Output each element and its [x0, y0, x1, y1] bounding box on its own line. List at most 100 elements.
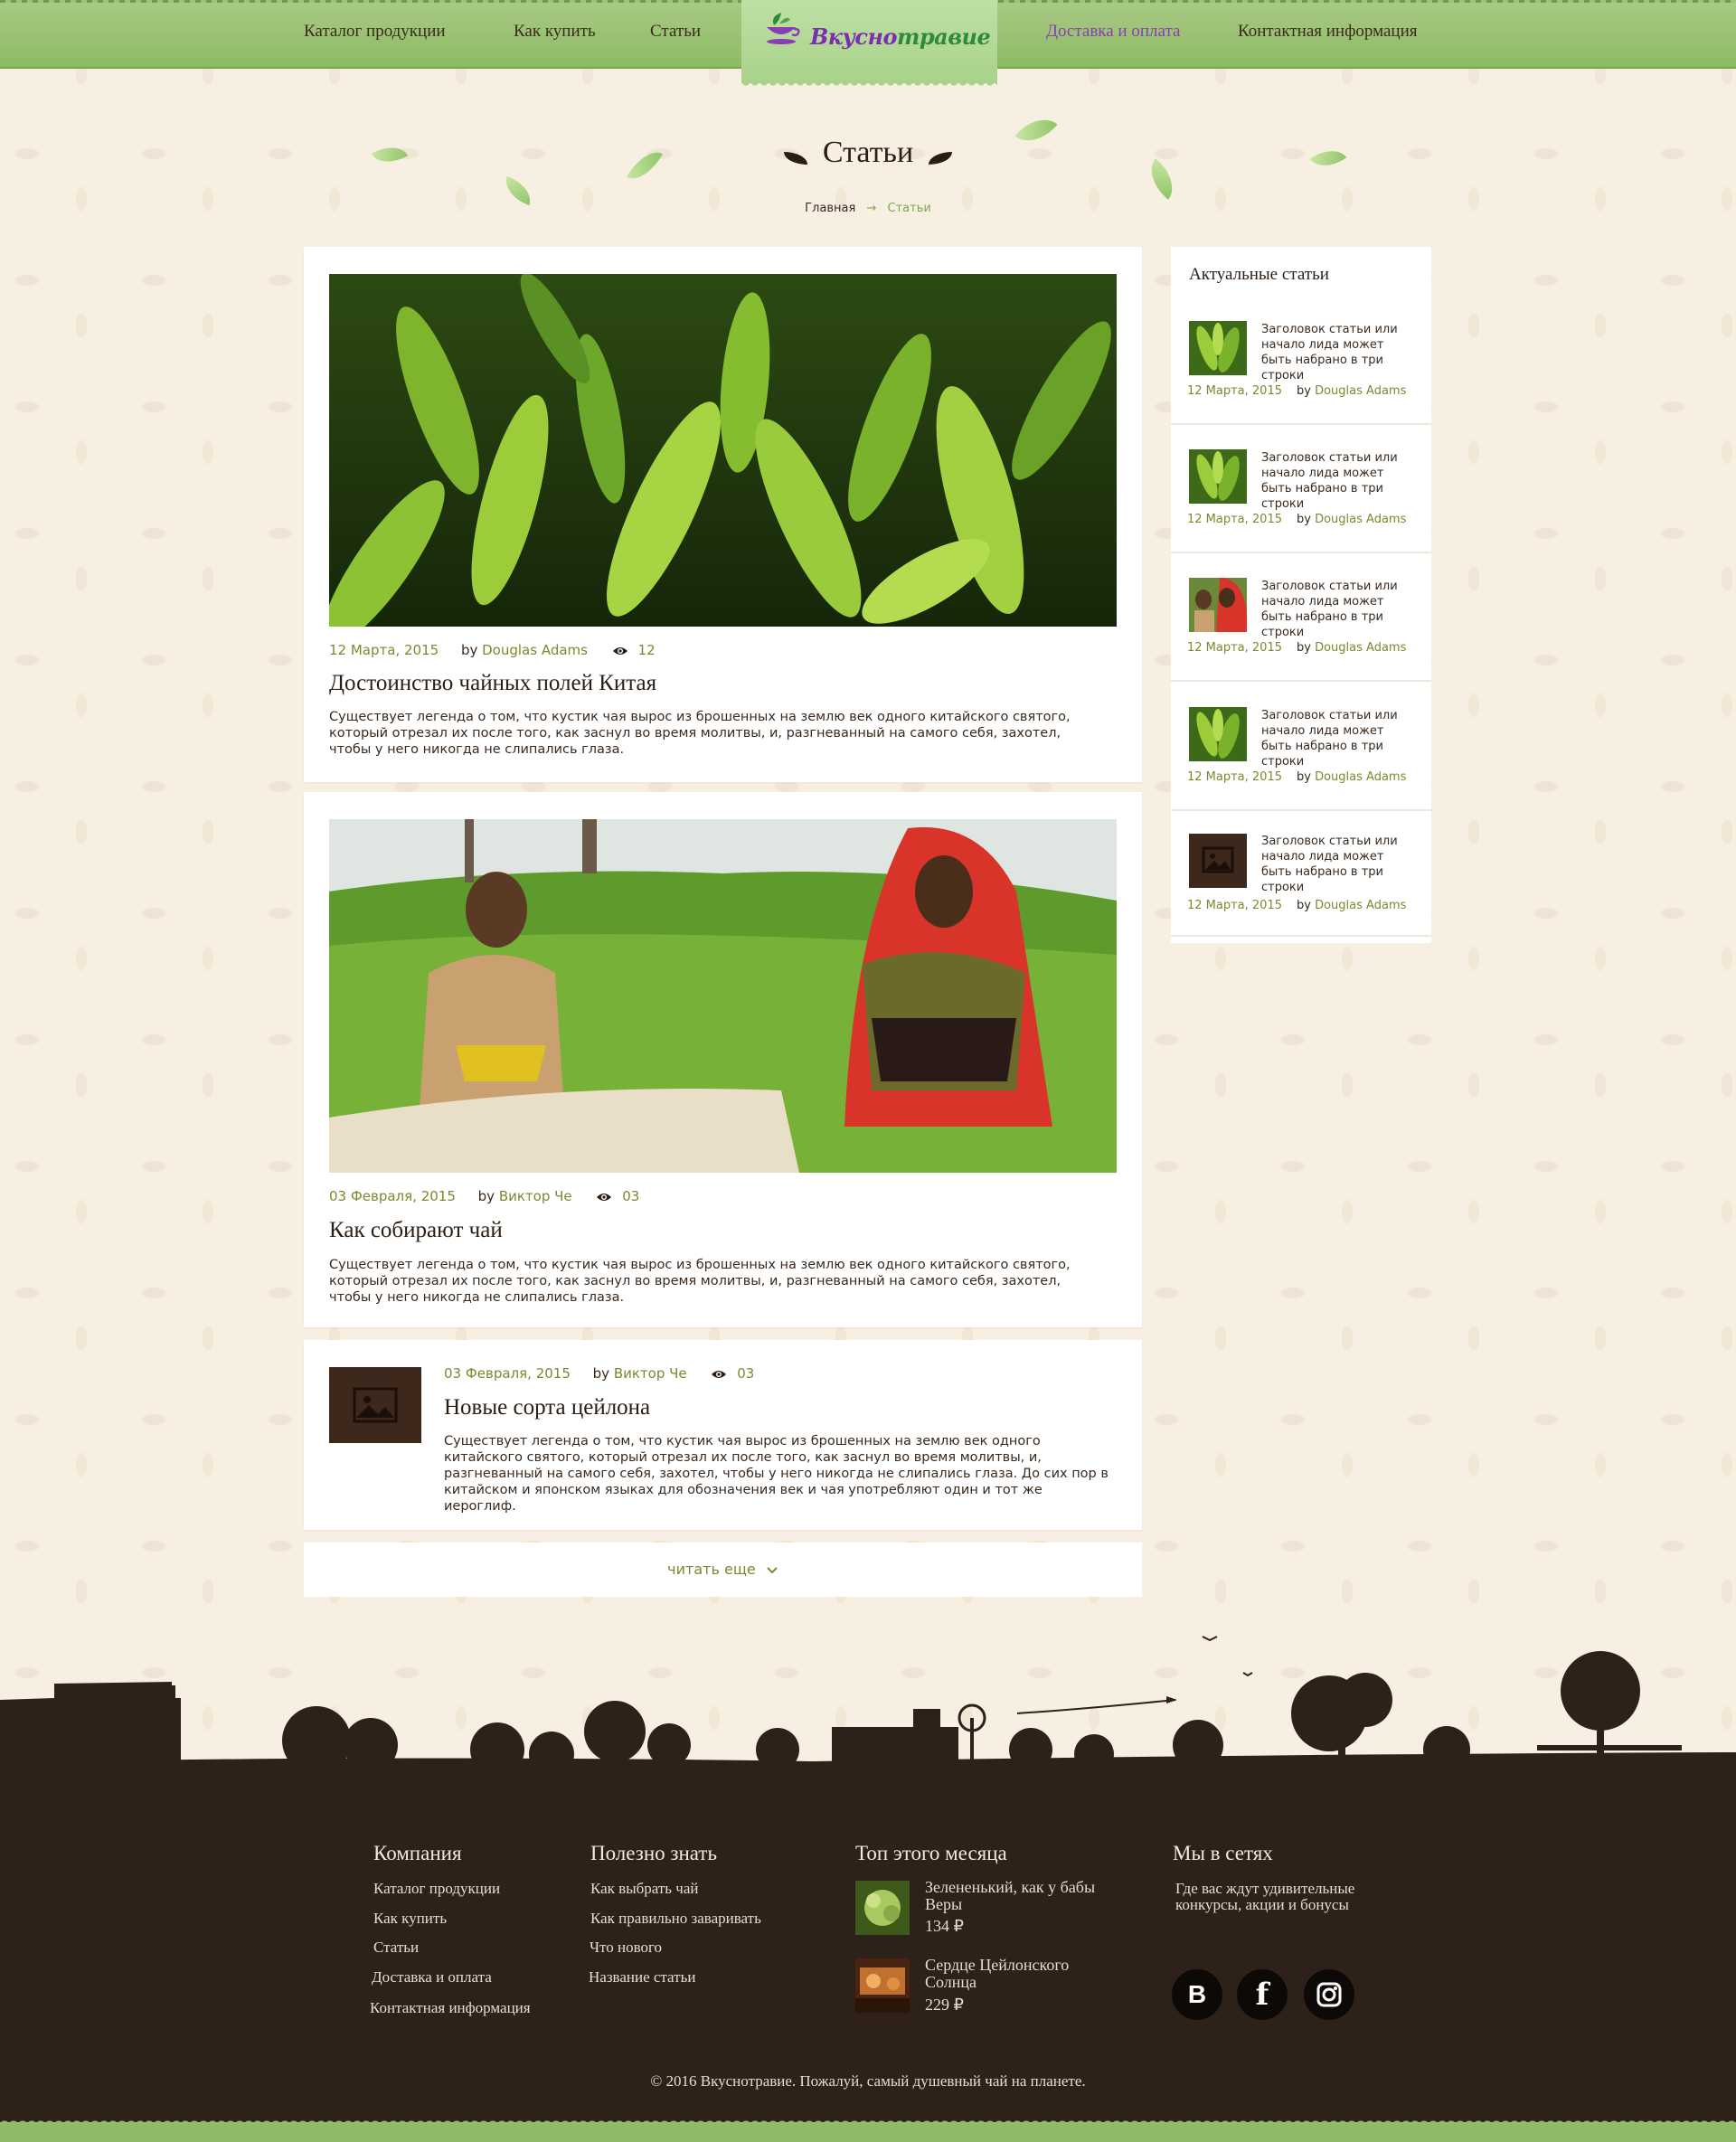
- article-title[interactable]: Как собирают чай: [329, 1218, 503, 1243]
- sidebar-article-author[interactable]: Douglas Adams: [1315, 770, 1406, 784]
- logo-text: Вкуснотравие: [810, 24, 991, 50]
- footer-link[interactable]: Как купить: [373, 1910, 447, 1928]
- nav-item-articles[interactable]: Статьи: [650, 22, 701, 42]
- tea-pickers-photo: [329, 819, 1117, 1173]
- article-views: 12: [637, 642, 656, 658]
- product-price: 134 ₽: [925, 1917, 964, 1935]
- sidebar-article-title[interactable]: Заголовок статьи или начало лида может б…: [1261, 322, 1415, 383]
- article-author[interactable]: Виктор Че: [499, 1188, 572, 1204]
- sidebar-article-title[interactable]: Заголовок статьи или начало лида может б…: [1261, 450, 1415, 512]
- article-title[interactable]: Новые сорта цейлона: [444, 1395, 650, 1420]
- sidebar-article-date: 12 Марта, 2015: [1187, 513, 1282, 526]
- footer-link[interactable]: Доставка и оплата: [372, 1968, 492, 1986]
- article-excerpt: Существует легенда о том, что кустик чая…: [444, 1434, 1109, 1514]
- product-name[interactable]: Зелененький, как у бабы Веры: [925, 1879, 1106, 1913]
- sidebar-article-thumbnail[interactable]: [1189, 578, 1247, 632]
- article-views: 03: [737, 1365, 755, 1382]
- nav-item-catalog[interactable]: Каталог продукции: [304, 22, 446, 42]
- eye-icon: [612, 646, 627, 655]
- read-more-label: читать еще: [667, 1561, 756, 1578]
- sidebar-article-title[interactable]: Заголовок статьи или начало лида может б…: [1261, 834, 1415, 895]
- read-more-button[interactable]: читать еще: [304, 1543, 1142, 1597]
- tea-cup-icon: [767, 13, 800, 44]
- sidebar-article-date: 12 Марта, 2015: [1187, 770, 1282, 784]
- article-excerpt: Существует легенда о том, что кустик чая…: [329, 1258, 1071, 1305]
- product-thumbnail[interactable]: [855, 1958, 910, 2013]
- sidebar-article-meta: 12 Марта, 2015 by Douglas Adams: [1187, 513, 1407, 526]
- footer-useful-title: Полезно знать: [590, 1842, 717, 1864]
- sidebar-article-meta: 12 Марта, 2015 by Douglas Adams: [1187, 770, 1407, 784]
- sidebar-title: Актуальные статьи: [1189, 265, 1329, 284]
- sidebar-article-item[interactable]: Заголовок статьи или начало лида может б…: [1171, 425, 1431, 553]
- sidebar-article-author[interactable]: Douglas Adams: [1315, 513, 1406, 526]
- footer-company-title: Компания: [373, 1842, 462, 1864]
- article-meta: 03 Февраля, 2015 by Виктор Че 03: [329, 1188, 640, 1204]
- footer-link[interactable]: Как правильно заваривать: [590, 1910, 761, 1928]
- eye-icon: [712, 1370, 727, 1378]
- site-logo[interactable]: Вкуснотравие: [741, 0, 997, 89]
- article-author[interactable]: Виктор Че: [614, 1365, 687, 1382]
- article-card[interactable]: 03 Февраля, 2015 by Виктор Че 03 Новые с…: [304, 1340, 1142, 1530]
- image-placeholder-icon: [353, 1387, 398, 1423]
- page-header: Статьи: [0, 136, 1736, 170]
- landscape-silhouette: [0, 1636, 1736, 1790]
- chevron-down-icon: [767, 1566, 778, 1573]
- vk-icon[interactable]: B: [1172, 1969, 1222, 2020]
- sidebar-article-thumbnail[interactable]: [1189, 834, 1247, 888]
- footer-link[interactable]: Каталог продукции: [373, 1880, 500, 1898]
- eye-icon: [597, 1193, 612, 1201]
- breadcrumb: Главная → Статьи: [0, 202, 1736, 215]
- sidebar-article-title[interactable]: Заголовок статьи или начало лида может б…: [1261, 579, 1415, 640]
- sidebar-article-meta: 12 Марта, 2015 by Douglas Adams: [1187, 899, 1407, 912]
- sidebar-article-date: 12 Марта, 2015: [1187, 641, 1282, 655]
- sidebar-article-title[interactable]: Заголовок статьи или начало лида может б…: [1261, 708, 1415, 769]
- article-date: 12 Марта, 2015: [329, 642, 439, 658]
- sidebar-article-item[interactable]: Заголовок статьи или начало лида может б…: [1171, 297, 1431, 425]
- nav-item-delivery[interactable]: Доставка и оплата: [1046, 22, 1180, 42]
- article-image[interactable]: [329, 274, 1117, 627]
- nav-item-contacts[interactable]: Контактная информация: [1238, 22, 1418, 42]
- nav-item-how-to-buy[interactable]: Как купить: [514, 22, 596, 42]
- leaf-left-icon: [783, 151, 807, 165]
- article-card[interactable]: 12 Марта, 2015 by Douglas Adams 12 Досто…: [304, 247, 1142, 782]
- footer-link[interactable]: Что нового: [590, 1939, 662, 1957]
- sidebar-article-author[interactable]: Douglas Adams: [1315, 384, 1406, 398]
- article-author[interactable]: Douglas Adams: [482, 642, 588, 658]
- sidebar-article-item[interactable]: Заголовок статьи или начало лида может б…: [1171, 808, 1431, 937]
- footer-link[interactable]: Как выбрать чай: [590, 1880, 699, 1898]
- product-name[interactable]: Сердце Цейлонского Солнца: [925, 1957, 1106, 1991]
- tea-leaves-photo: [329, 274, 1117, 627]
- sidebar-article-meta: 12 Марта, 2015 by Douglas Adams: [1187, 641, 1407, 655]
- footer-link[interactable]: Контактная информация: [370, 1999, 531, 2017]
- article-excerpt: Существует легенда о том, что кустик чая…: [329, 710, 1071, 757]
- footer-social-text: Где вас ждут удивительные конкурсы, акци…: [1175, 1880, 1355, 1913]
- sidebar-article-date: 12 Марта, 2015: [1187, 899, 1282, 912]
- product-price: 229 ₽: [925, 1996, 964, 2014]
- article-title[interactable]: Достоинство чайных полей Китая: [329, 671, 656, 696]
- product-thumbnail[interactable]: [855, 1881, 910, 1935]
- sidebar-article-meta: 12 Марта, 2015 by Douglas Adams: [1187, 384, 1407, 398]
- page-title: Статьи: [822, 136, 914, 169]
- facebook-icon[interactable]: f: [1237, 1969, 1288, 2020]
- article-thumbnail[interactable]: [329, 1367, 421, 1443]
- sidebar-article-item[interactable]: Заголовок статьи или начало лида может б…: [1171, 553, 1431, 682]
- sidebar-article-thumbnail[interactable]: [1189, 707, 1247, 761]
- breadcrumb-home[interactable]: Главная: [805, 202, 855, 215]
- sidebar-article-author[interactable]: Douglas Adams: [1315, 641, 1406, 655]
- breadcrumb-arrow-icon: →: [866, 202, 877, 215]
- copyright: © 2016 Вкуснотравие. Пожалуй, самый душе…: [650, 2072, 1086, 2090]
- sidebar-article-thumbnail[interactable]: [1189, 321, 1247, 375]
- footer-link[interactable]: Статьи: [373, 1939, 419, 1957]
- sidebar-article-author[interactable]: Douglas Adams: [1315, 899, 1406, 912]
- footer-bottom-strip: [0, 2118, 1736, 2142]
- sidebar-popular-articles: Актуальные статьи Заголовок статьи или н…: [1171, 247, 1431, 943]
- footer-link[interactable]: Название статьи: [589, 1968, 695, 1986]
- article-image[interactable]: [329, 819, 1117, 1173]
- article-card[interactable]: 03 Февраля, 2015 by Виктор Че 03 Как соб…: [304, 792, 1142, 1327]
- sidebar-article-thumbnail[interactable]: [1189, 449, 1247, 504]
- footer-top-title: Топ этого месяца: [855, 1842, 1007, 1864]
- article-meta: 12 Марта, 2015 by Douglas Adams 12: [329, 642, 656, 658]
- instagram-icon[interactable]: [1304, 1969, 1354, 2020]
- article-meta: 03 Февраля, 2015 by Виктор Че 03: [444, 1365, 755, 1382]
- sidebar-article-item[interactable]: Заголовок статьи или начало лида может б…: [1171, 683, 1431, 811]
